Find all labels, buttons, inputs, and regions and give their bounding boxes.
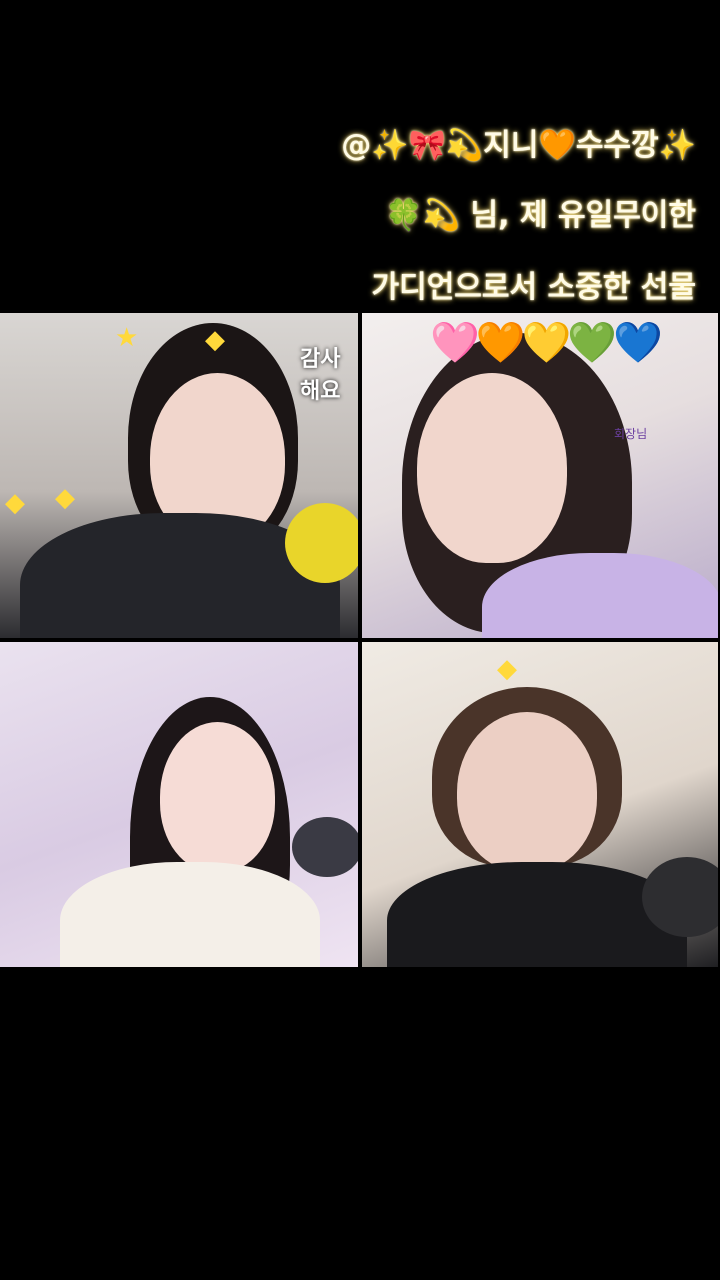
person-face xyxy=(417,373,567,563)
person-body xyxy=(60,862,320,967)
person-body xyxy=(482,553,718,638)
thanks-effect-text: 감사해요 xyxy=(300,347,341,404)
star-sparkle-icon: ◆ xyxy=(55,483,75,513)
viewer-label: 회장님 xyxy=(614,427,648,441)
caption-line-1: @✨🎀💫지니🧡수수깡✨ xyxy=(341,128,696,163)
video-tile-top-right[interactable]: 🩷🧡💛💚💙 회장님 xyxy=(362,313,718,638)
caption-line-2: 🍀💫 님, 제 유일무이한 xyxy=(385,198,696,233)
microphone-icon xyxy=(292,817,358,877)
video-grid: ★ ◆ ◆ ◆ 감사해요 🩷🧡💛💚💙 회장님 ◆ xyxy=(0,313,720,967)
person-face xyxy=(457,712,597,872)
hearts-effect-icon: 🩷🧡💛💚💙 xyxy=(430,320,663,366)
video-tile-top-left[interactable]: ★ ◆ ◆ ◆ 감사해요 xyxy=(0,313,358,638)
person-face xyxy=(160,722,275,872)
star-sparkle-icon: ◆ xyxy=(5,488,25,518)
star-sparkle-icon: ◆ xyxy=(205,325,225,355)
video-tile-bottom-left[interactable] xyxy=(0,642,358,967)
video-tile-bottom-right[interactable]: ◆ xyxy=(362,642,718,967)
person-body xyxy=(387,862,687,967)
star-sparkle-icon: ★ xyxy=(115,323,139,353)
caption-line-3: 가디언으로서 소중한 선물 xyxy=(371,270,697,305)
star-sparkle-icon: ◆ xyxy=(497,654,517,684)
microphone-icon xyxy=(285,503,358,583)
